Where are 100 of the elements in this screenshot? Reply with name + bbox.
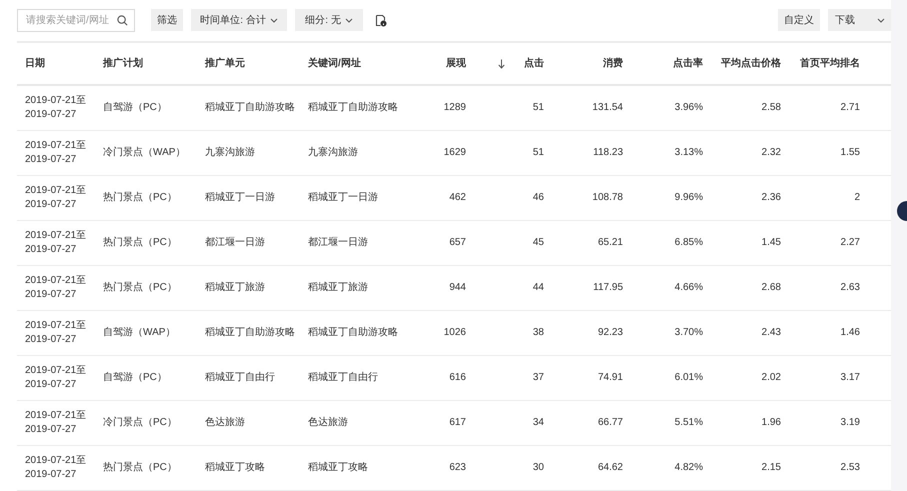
table-cell: 108.78 <box>592 191 623 205</box>
table-cell: 冷门景点（PC） <box>103 416 177 430</box>
table-cell: 2.53 <box>840 461 860 475</box>
table-cell: 51 <box>532 101 544 115</box>
table-cell: 2 <box>854 191 860 205</box>
table-cell: 617 <box>449 416 466 430</box>
table-cell: 38 <box>532 326 544 340</box>
chevron-down-icon <box>877 18 885 22</box>
table-cell: 稻城亚丁攻略 <box>205 461 265 475</box>
customize-button[interactable]: 自定义 <box>778 9 820 31</box>
table-cell: 1.46 <box>840 326 860 340</box>
table-cell: 热门景点（PC） <box>103 191 177 205</box>
table-cell: 稻城亚丁自由行 <box>205 371 275 385</box>
table-cell: 自驾游（PC） <box>103 371 167 385</box>
table-cell: 9.96% <box>674 191 703 205</box>
table-cell: 34 <box>532 416 544 430</box>
column-header[interactable]: 消费 <box>603 56 623 71</box>
table-cell: 3.19 <box>840 416 860 430</box>
table-cell: 657 <box>449 236 466 250</box>
table-cell: 74.91 <box>598 371 623 385</box>
table-cell: 2019-07-21至 2019-07-27 <box>25 454 86 482</box>
table-cell: 稻城亚丁自助游攻略 <box>205 326 295 340</box>
column-header[interactable]: 平均点击价格 <box>721 56 781 71</box>
chevron-down-icon <box>344 18 353 22</box>
table-cell: 2.43 <box>762 326 781 340</box>
floating-widget-icon[interactable] <box>897 200 907 222</box>
table-cell: 冷门景点（WAP） <box>103 146 186 160</box>
help-document-icon[interactable] <box>375 14 387 27</box>
table-cell: 都江堰一日游 <box>308 236 368 250</box>
table-cell: 2.27 <box>840 236 860 250</box>
table-cell: 色达旅游 <box>205 416 245 430</box>
table-cell: 65.21 <box>598 236 623 250</box>
table-cell: 616 <box>449 371 466 385</box>
table-cell: 131.54 <box>592 101 623 115</box>
table-cell: 944 <box>449 281 466 295</box>
table-cell: 2019-07-21至 2019-07-27 <box>25 229 86 257</box>
table-cell: 46 <box>532 191 544 205</box>
segment-dropdown[interactable]: 细分: 无 <box>295 9 363 31</box>
table-cell: 稻城亚丁自由行 <box>308 371 378 385</box>
column-header[interactable]: 推广计划 <box>103 56 143 71</box>
chevron-down-icon <box>270 18 278 22</box>
column-header[interactable]: 点击率 <box>673 56 703 71</box>
table-cell: 6.85% <box>674 236 703 250</box>
column-header[interactable]: 推广单元 <box>205 56 245 71</box>
table-cell: 热门景点（PC） <box>103 461 177 475</box>
table-cell: 2019-07-21至 2019-07-27 <box>25 319 86 347</box>
table-cell: 1629 <box>444 146 466 160</box>
table-cell: 3.17 <box>840 371 860 385</box>
table-cell: 都江堰一日游 <box>205 236 265 250</box>
table-cell: 色达旅游 <box>308 416 348 430</box>
download-dropdown[interactable]: 下载 <box>828 9 891 31</box>
column-header[interactable]: 展现 <box>446 56 466 71</box>
table-cell: 3.13% <box>674 146 703 160</box>
table-cell: 623 <box>449 461 466 475</box>
table-cell: 92.23 <box>598 326 623 340</box>
table-cell: 稻城亚丁旅游 <box>308 281 368 295</box>
table-cell: 2.68 <box>762 281 781 295</box>
table-cell: 九寨沟旅游 <box>205 146 255 160</box>
table-cell: 2.58 <box>762 101 781 115</box>
search-field[interactable]: 请搜索关键词/网址 <box>17 9 135 32</box>
table-cell: 3.70% <box>674 326 703 340</box>
column-header[interactable]: 日期 <box>25 56 45 71</box>
table-cell: 2.63 <box>840 281 860 295</box>
table-cell: 2019-07-21至 2019-07-27 <box>25 94 86 122</box>
table-cell: 稻城亚丁自助游攻略 <box>205 101 295 115</box>
column-header[interactable]: 关键词/网址 <box>308 56 361 71</box>
table-cell: 稻城亚丁自助游攻略 <box>308 101 398 115</box>
search-icon <box>117 15 128 26</box>
table-cell: 稻城亚丁一日游 <box>205 191 275 205</box>
table-cell: 2.71 <box>840 101 860 115</box>
table-cell: 4.66% <box>674 281 703 295</box>
table-cell: 稻城亚丁攻略 <box>308 461 368 475</box>
table-cell: 2019-07-21至 2019-07-27 <box>25 184 86 212</box>
filter-button[interactable]: 筛选 <box>151 9 183 31</box>
table-cell: 自驾游（WAP） <box>103 326 176 340</box>
table-cell: 热门景点（PC） <box>103 281 177 295</box>
table-cell: 1289 <box>444 101 466 115</box>
table-cell: 118.23 <box>593 146 623 160</box>
table-cell: 1.96 <box>762 416 781 430</box>
table-cell: 64.62 <box>598 461 623 475</box>
table-cell: 稻城亚丁一日游 <box>308 191 378 205</box>
table-cell: 37 <box>532 371 544 385</box>
table-cell: 2019-07-21至 2019-07-27 <box>25 274 86 302</box>
table-cell: 5.51% <box>674 416 703 430</box>
table-cell: 2.02 <box>762 371 781 385</box>
table-cell: 66.77 <box>598 416 623 430</box>
table-cell: 2.32 <box>762 146 781 160</box>
table-cell: 117.95 <box>593 281 623 295</box>
table-cell: 462 <box>449 191 466 205</box>
table-cell: 九寨沟旅游 <box>308 146 358 160</box>
table-cell: 稻城亚丁旅游 <box>205 281 265 295</box>
table-cell: 2019-07-21至 2019-07-27 <box>25 364 86 392</box>
table-cell: 自驾游（PC） <box>103 101 167 115</box>
time-unit-dropdown[interactable]: 时间单位: 合计 <box>191 9 287 31</box>
table-cell: 3.96% <box>674 101 703 115</box>
table-cell: 热门景点（PC） <box>103 236 177 250</box>
table-cell: 1026 <box>444 326 466 340</box>
table-cell: 6.01% <box>674 371 703 385</box>
column-header[interactable]: 首页平均排名 <box>800 56 860 71</box>
column-header[interactable]: 点击 <box>524 56 544 71</box>
